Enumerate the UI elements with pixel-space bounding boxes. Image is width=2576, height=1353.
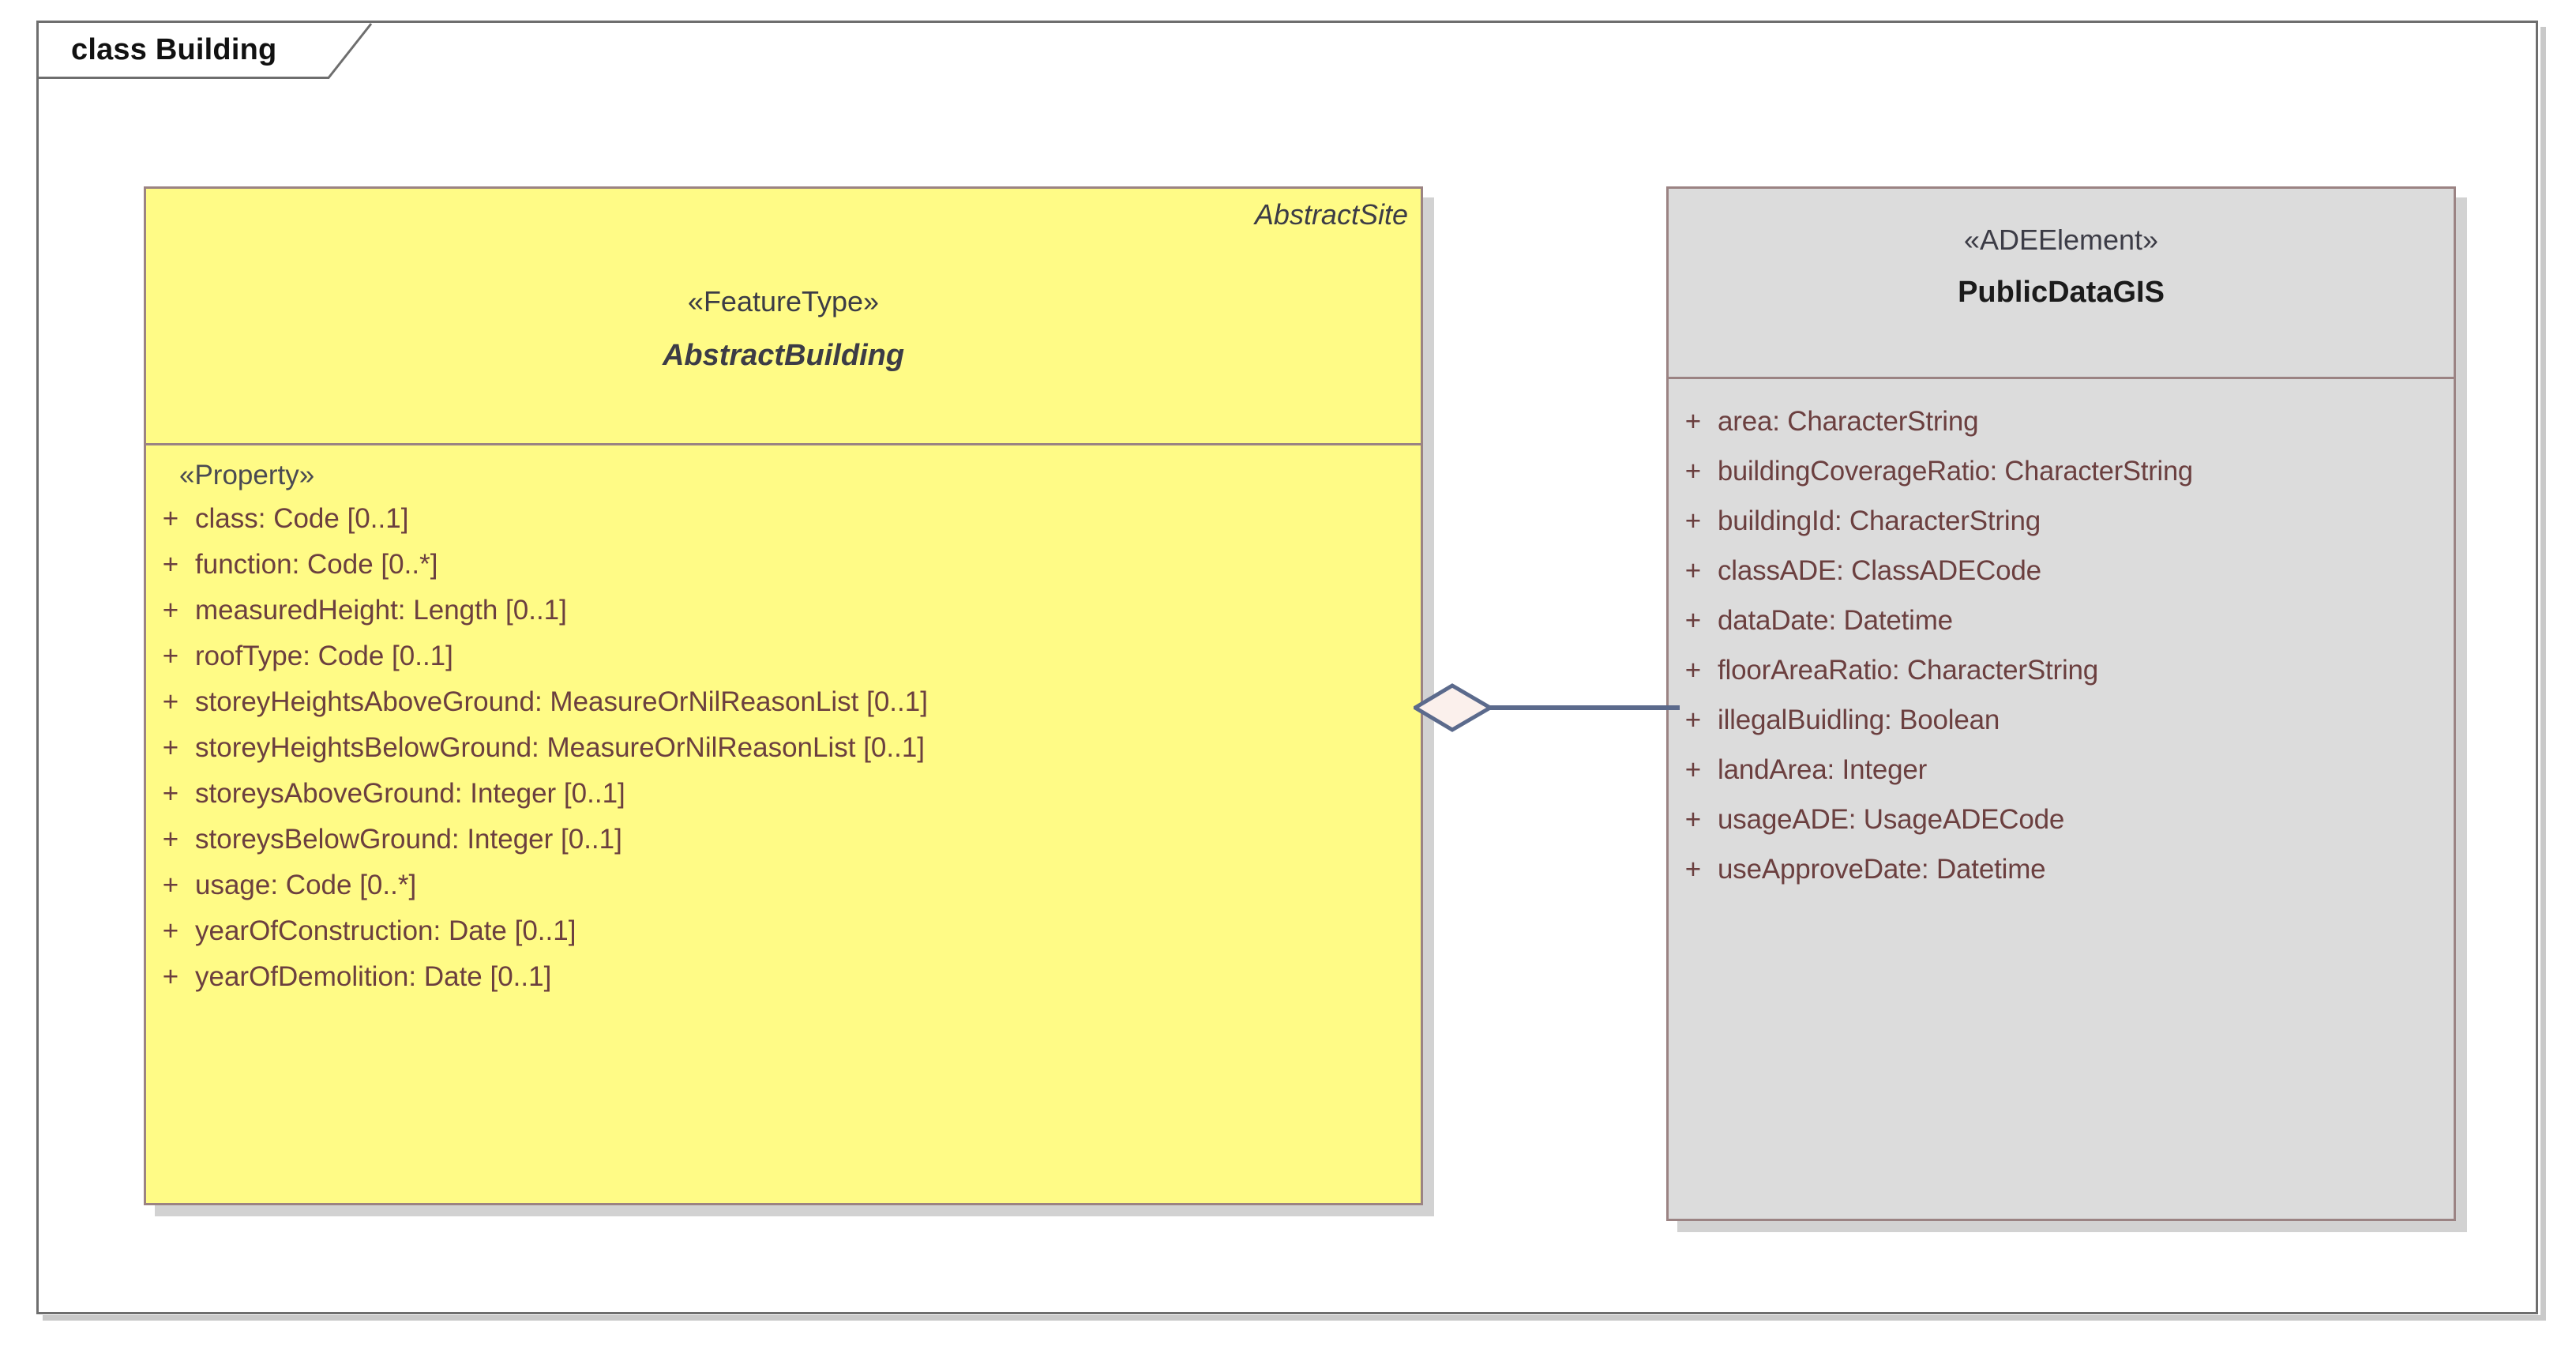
attribute-label: storeysAboveGround: Integer [0..1]	[195, 778, 625, 809]
visibility-marker: +	[1684, 505, 1702, 536]
attribute-label: illegalBuidling: Boolean	[1718, 705, 2000, 735]
attribute-label: yearOfConstruction: Date [0..1]	[195, 915, 576, 946]
abstract-building-attributes: «Property» + class: Code [0..1] + functi…	[146, 445, 1421, 1007]
attribute-label: yearOfDemolition: Date [0..1]	[195, 961, 552, 992]
abstract-building-header: AbstractSite «FeatureType» AbstractBuild…	[146, 189, 1421, 443]
attribute-label: storeyHeightsBelowGround: MeasureOrNilRe…	[195, 732, 926, 763]
attribute-row[interactable]: + illegalBuidling: Boolean	[1669, 705, 2454, 754]
visibility-marker: +	[162, 824, 179, 855]
public-data-gis-stereotype: «ADEElement»	[1963, 224, 2159, 256]
attribute-row[interactable]: + storeyHeightsBelowGround: MeasureOrNil…	[146, 732, 1421, 778]
attribute-row[interactable]: + classADE: ClassADECode	[1669, 555, 2454, 605]
visibility-marker: +	[162, 503, 179, 534]
diagram-title: class Building	[71, 33, 277, 66]
attribute-label: function: Code [0..*]	[195, 549, 438, 580]
aggregation-connector-shape	[1414, 683, 1680, 732]
attribute-label: dataDate: Datetime	[1718, 605, 1953, 636]
public-data-gis-header: «ADEElement» PublicDataGIS	[1669, 189, 2454, 377]
diagram-frame-tab: class Building	[36, 21, 384, 79]
frame-shadow-right	[2540, 27, 2546, 1321]
visibility-marker: +	[1684, 754, 1702, 785]
attribute-label: class: Code [0..1]	[195, 503, 409, 534]
abstract-building-stereotype: «FeatureType»	[687, 285, 880, 318]
visibility-marker: +	[162, 641, 179, 671]
visibility-marker: +	[162, 686, 179, 717]
visibility-marker: +	[162, 961, 179, 992]
abstract-building-property-stereotype: «Property»	[179, 460, 315, 490]
attribute-row[interactable]: + storeyHeightsAboveGround: MeasureOrNil…	[146, 686, 1421, 732]
attribute-row[interactable]: + yearOfDemolition: Date [0..1]	[146, 961, 1421, 1007]
visibility-marker: +	[162, 915, 179, 946]
attribute-row[interactable]: + storeysAboveGround: Integer [0..1]	[146, 778, 1421, 824]
attribute-label: storeysBelowGround: Integer [0..1]	[195, 824, 622, 855]
attribute-label: classADE: ClassADECode	[1718, 555, 2041, 586]
attribute-label: usage: Code [0..*]	[195, 870, 417, 900]
attribute-row[interactable]: + dataDate: Datetime	[1669, 605, 2454, 655]
attribute-row[interactable]: + storeysBelowGround: Integer [0..1]	[146, 824, 1421, 870]
attribute-row[interactable]: + useApproveDate: Datetime	[1669, 854, 2454, 904]
attribute-row[interactable]: + roofType: Code [0..1]	[146, 641, 1421, 686]
visibility-marker: +	[162, 595, 179, 626]
attribute-row[interactable]: + measuredHeight: Length [0..1]	[146, 595, 1421, 641]
attribute-label: buildingId: CharacterString	[1718, 505, 2041, 536]
attribute-row[interactable]: + usageADE: UsageADECode	[1669, 804, 2454, 854]
attribute-label: landArea: Integer	[1718, 754, 1928, 785]
visibility-marker: +	[162, 870, 179, 900]
visibility-marker: +	[1684, 456, 1702, 487]
attribute-row[interactable]: + area: CharacterString	[1669, 406, 2454, 456]
abstract-building-corner-name: AbstractSite	[1254, 198, 1408, 231]
public-data-gis-class-name: PublicDataGIS	[1958, 276, 2165, 309]
attribute-label: measuredHeight: Length [0..1]	[195, 595, 567, 626]
visibility-marker: +	[1684, 555, 1702, 586]
attribute-label: roofType: Code [0..1]	[195, 641, 453, 671]
visibility-marker: +	[162, 732, 179, 763]
visibility-marker: +	[1684, 804, 1702, 835]
attribute-row[interactable]: + buildingCoverageRatio: CharacterString	[1669, 456, 2454, 505]
visibility-marker: +	[1684, 406, 1702, 437]
attribute-label: usageADE: UsageADECode	[1718, 804, 2065, 835]
attribute-row[interactable]: + buildingId: CharacterString	[1669, 505, 2454, 555]
attribute-row[interactable]: + function: Code [0..*]	[146, 549, 1421, 595]
abstract-building-class-name: AbstractBuilding	[662, 339, 905, 372]
attribute-row[interactable]: + floorAreaRatio: CharacterString	[1669, 655, 2454, 705]
attribute-label: useApproveDate: Datetime	[1718, 854, 2046, 885]
visibility-marker: +	[162, 778, 179, 809]
class-box-abstract-building[interactable]: AbstractSite «FeatureType» AbstractBuild…	[144, 186, 1423, 1205]
visibility-marker: +	[1684, 854, 1702, 885]
attribute-row[interactable]: + yearOfConstruction: Date [0..1]	[146, 915, 1421, 961]
attribute-label: buildingCoverageRatio: CharacterString	[1718, 456, 2193, 487]
aggregation-relationship[interactable]	[1414, 660, 1682, 755]
frame-shadow-bottom	[43, 1315, 2546, 1321]
attribute-label: storeyHeightsAboveGround: MeasureOrNilRe…	[195, 686, 928, 717]
attribute-row[interactable]: + usage: Code [0..*]	[146, 870, 1421, 915]
attribute-row[interactable]: + class: Code [0..1]	[146, 503, 1421, 549]
attribute-label: floorAreaRatio: CharacterString	[1718, 655, 2099, 686]
aggregation-diamond-icon	[1414, 683, 1494, 732]
visibility-marker: +	[1684, 605, 1702, 636]
visibility-marker: +	[162, 549, 179, 580]
attribute-label: area: CharacterString	[1718, 406, 1979, 437]
attribute-row[interactable]: + landArea: Integer	[1669, 754, 2454, 804]
class-box-public-data-gis[interactable]: «ADEElement» PublicDataGIS + area: Chara…	[1666, 186, 2456, 1221]
public-data-gis-attributes: + area: CharacterString + buildingCovera…	[1669, 379, 2454, 904]
